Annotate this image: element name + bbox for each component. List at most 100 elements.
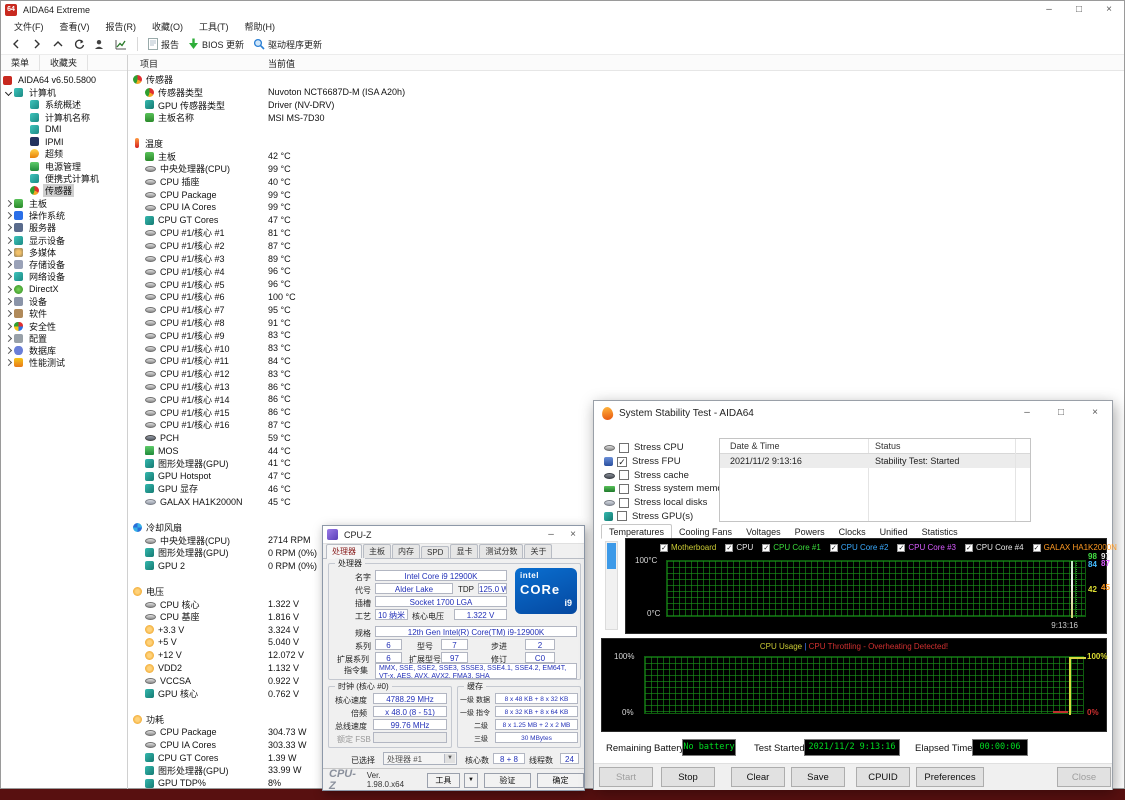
stress-option[interactable]: Stress FPU <box>604 455 731 469</box>
scrollbar-thumb[interactable] <box>607 543 616 569</box>
sst-tab[interactable]: Unified <box>873 525 915 538</box>
close-icon[interactable]: × <box>1078 401 1112 425</box>
stress-option[interactable]: Stress local disks <box>604 496 731 510</box>
column-header-item[interactable]: 项目 <box>140 57 158 70</box>
cpuz-tab[interactable]: 显卡 <box>450 544 479 558</box>
legend-item[interactable]: GALAX HA1K2000N <box>1032 543 1117 552</box>
minimize-icon[interactable]: – <box>1034 1 1064 19</box>
legend-checkbox[interactable] <box>762 543 771 552</box>
sst-tab[interactable]: Voltages <box>739 525 788 538</box>
stress-checkbox[interactable] <box>619 442 629 453</box>
up-button[interactable] <box>49 36 67 53</box>
cpuz-tab[interactable]: 测试分数 <box>479 544 524 558</box>
back-button[interactable] <box>7 36 25 53</box>
cpuz-tab[interactable]: 处理器 <box>326 544 362 559</box>
tree-expander-icon[interactable] <box>3 87 14 97</box>
tree-item[interactable]: AIDA64 v6.50.5800 <box>1 74 127 86</box>
menu-item[interactable]: 报告(R) <box>99 19 144 34</box>
tree-expander-icon[interactable] <box>3 260 14 270</box>
tree-expander-icon[interactable] <box>3 247 14 257</box>
sensor-row[interactable]: CPU #1/核心 #9 83 °C <box>128 329 1124 342</box>
tree-expander-icon[interactable] <box>3 333 14 343</box>
sensor-row[interactable]: CPU #1/核心 #6 100 °C <box>128 291 1124 304</box>
tree-expander-icon[interactable] <box>3 272 14 282</box>
tree-item[interactable]: 数据库 <box>1 345 127 357</box>
sensor-row[interactable]: CPU #1/核心 #8 91 °C <box>128 316 1124 329</box>
menu-item[interactable]: 文件(F) <box>7 19 51 34</box>
sidebar-tab-menu[interactable]: 菜单 <box>1 54 41 71</box>
legend-item[interactable]: CPU Core #4 <box>964 543 1024 552</box>
tree-item[interactable]: 超频 <box>1 148 127 160</box>
tree-item[interactable]: 多媒体 <box>1 246 127 258</box>
log-header-status[interactable]: Status <box>875 441 901 451</box>
sensor-row[interactable]: CPU #1/核心 #13 86 °C <box>128 380 1124 393</box>
legend-item[interactable]: CPU Core #3 <box>897 543 956 552</box>
cpuz-tab[interactable]: 关于 <box>524 544 553 558</box>
sst-tab[interactable]: Powers <box>788 525 832 538</box>
sst-button[interactable]: CPUID <box>856 767 910 787</box>
tools-button[interactable]: 工具 <box>426 772 461 788</box>
tree-expander-icon[interactable] <box>3 210 14 220</box>
refresh-button[interactable] <box>70 36 88 53</box>
stress-checkbox[interactable] <box>619 470 629 481</box>
sst-button[interactable]: Close <box>1057 767 1111 787</box>
sst-tab[interactable]: Cooling Fans <box>672 525 739 538</box>
sensor-row[interactable]: CPU #1/核心 #4 96 °C <box>128 265 1124 278</box>
driver-update-button[interactable]: 驱动程序更新 <box>250 36 325 53</box>
stress-option[interactable]: Stress cache <box>604 468 731 482</box>
stress-checkbox[interactable] <box>617 456 627 467</box>
sensor-row[interactable]: CPU #1/核心 #2 87 °C <box>128 239 1124 252</box>
legend-checkbox[interactable] <box>660 543 668 552</box>
sensor-row[interactable]: CPU #1/核心 #5 96 °C <box>128 278 1124 291</box>
tree-expander-icon[interactable] <box>3 198 14 208</box>
sst-button[interactable]: Preferences <box>916 767 984 787</box>
minimize-icon[interactable]: – <box>1010 401 1044 425</box>
report-wizard-button[interactable] <box>91 36 109 53</box>
tree-item[interactable]: 设备 <box>1 295 127 307</box>
sensor-row[interactable]: GPU 传感器类型 Driver (NV-DRV) <box>128 99 1124 112</box>
menu-item[interactable]: 工具(T) <box>192 19 236 34</box>
tree-item[interactable]: 计算机 <box>1 86 127 98</box>
tree-item[interactable]: 服务器 <box>1 222 127 234</box>
validate-button[interactable]: 验证 <box>483 772 531 788</box>
tree-item[interactable]: 计算机名称 <box>1 111 127 123</box>
sensor-row[interactable]: CPU #1/核心 #7 95 °C <box>128 303 1124 316</box>
sst-button[interactable]: Save <box>791 767 845 787</box>
sensor-row[interactable]: CPU #1/核心 #3 89 °C <box>128 252 1124 265</box>
dropdown-arrow-icon[interactable]: ▼ <box>444 754 455 763</box>
tree-item[interactable]: 便携式计算机 <box>1 172 127 184</box>
tree-expander-icon[interactable] <box>3 358 14 368</box>
log-row[interactable]: 2021/11/2 9:13:16 Stability Test: Starte… <box>720 454 1030 468</box>
tree-item[interactable]: DirectX <box>1 283 127 295</box>
graph-button[interactable] <box>112 36 130 53</box>
sensor-row[interactable]: 传感器类型 Nuvoton NCT6687D-M (ISA A20h) <box>128 86 1124 99</box>
tree-expander-icon[interactable] <box>3 346 14 356</box>
tree-item[interactable]: IPMI <box>1 135 127 147</box>
legend-checkbox[interactable] <box>725 543 734 552</box>
minimize-icon[interactable]: – <box>540 526 562 544</box>
sensor-row[interactable]: 主板 42 °C <box>128 150 1124 163</box>
sst-button[interactable]: Start <box>599 767 653 787</box>
tree-item[interactable]: 网络设备 <box>1 271 127 283</box>
sensor-row[interactable]: CPU #1/核心 #10 83 °C <box>128 342 1124 355</box>
report-button[interactable]: 报告 <box>145 36 182 53</box>
maximize-icon[interactable]: □ <box>1064 1 1094 19</box>
legend-checkbox[interactable] <box>897 543 906 552</box>
processor-select[interactable]: 处理器 #1 ▼ <box>383 752 457 765</box>
sst-tab[interactable]: Statistics <box>915 525 965 538</box>
legend-item[interactable]: CPU Core #1 <box>762 543 821 552</box>
close-icon[interactable]: × <box>562 526 584 544</box>
sst-button[interactable]: Clear <box>731 767 785 787</box>
sensor-row[interactable]: CPU 插座 40 °C <box>128 175 1124 188</box>
menu-item[interactable]: 收藏(O) <box>145 19 190 34</box>
tree-item[interactable]: 安全性 <box>1 320 127 332</box>
forward-button[interactable] <box>28 36 46 53</box>
tree-item[interactable]: 电源管理 <box>1 160 127 172</box>
cpuz-tab[interactable]: 内存 <box>392 544 420 558</box>
tree-expander-icon[interactable] <box>3 296 14 306</box>
tree-item[interactable]: 显示设备 <box>1 234 127 246</box>
tree-item[interactable]: DMI <box>1 123 127 135</box>
stress-option[interactable]: Stress system memory <box>604 482 731 496</box>
legend-item[interactable]: CPU Core #2 <box>829 543 888 552</box>
tree-item[interactable]: 传感器 <box>1 184 127 198</box>
